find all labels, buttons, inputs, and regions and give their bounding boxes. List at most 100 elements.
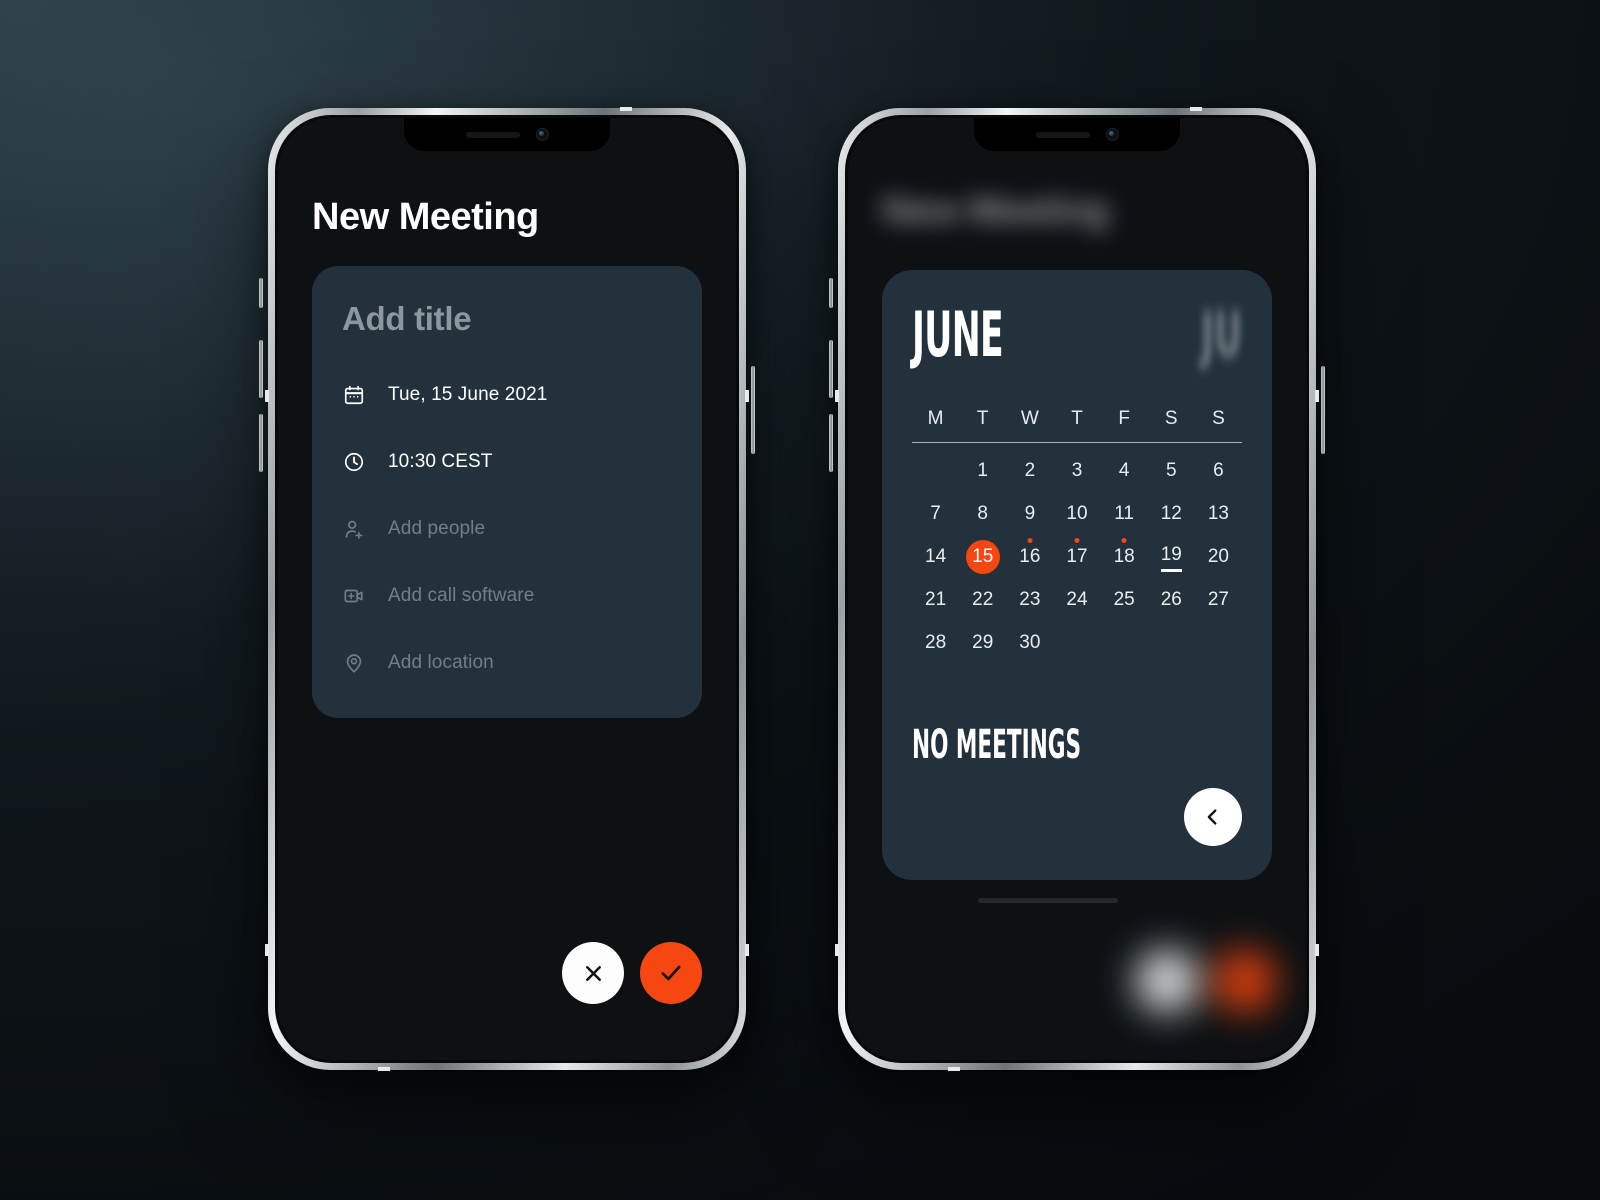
calendar-day-10[interactable]: 10 [1053,492,1100,535]
phone-bezel: New Meeting Add title Tue, 15 June 2021 … [275,115,739,1063]
notch [974,118,1180,151]
meeting-dot-indicator [1121,538,1127,543]
mute-switch[interactable] [829,278,833,308]
confirm-button[interactable] [640,942,702,1004]
antenna-band [835,944,839,956]
calendar-day-7[interactable]: 7 [912,492,959,535]
volume-up-button[interactable] [259,340,263,398]
calendar-day-number: 5 [1165,459,1177,481]
calendar-day-number: 15 [972,545,994,567]
weekday-label: T [1071,408,1083,429]
calendar-day-number: 7 [930,502,941,524]
calendar-day-number: 21 [925,588,947,610]
add-location-label: Add location [388,652,494,673]
calendar-day-5[interactable]: 5 [1148,449,1195,492]
calendar-day-13[interactable]: 13 [1195,492,1242,535]
calendar-day-11[interactable]: 11 [1101,492,1148,535]
calendar-day-3[interactable]: 3 [1053,449,1100,492]
calendar-day-12[interactable]: 12 [1148,492,1195,535]
antenna-band [1190,107,1202,111]
calendar-day-29[interactable]: 29 [959,621,1006,664]
meeting-time-row[interactable]: 10:30 CEST [342,445,672,479]
clock-icon [342,450,366,474]
calendar-day-28[interactable]: 28 [912,621,959,664]
mute-switch[interactable] [259,278,263,308]
meeting-dot-indicator [1074,538,1080,543]
calendar-card: JUNE JU M T W T F S S 1 2 3 4 5 6 7 8 9 10 11 12 13 1… [882,270,1272,880]
calendar-day-30[interactable]: 30 [1006,621,1053,664]
calendar-day-8[interactable]: 8 [959,492,1006,535]
calendar-day-4[interactable]: 4 [1101,449,1148,492]
add-people-label: Add people [388,518,486,539]
power-button[interactable] [751,366,755,454]
volume-up-button[interactable] [829,340,833,398]
calendar-day-number: 30 [1019,631,1041,653]
calendar-day-20[interactable]: 20 [1195,535,1242,578]
calendar-day-2[interactable]: 2 [1006,449,1053,492]
calendar-day-9[interactable]: 9 [1006,492,1053,535]
calendar-day-22[interactable]: 22 [959,578,1006,621]
back-button[interactable] [1184,788,1242,846]
calendar-day-16[interactable]: 16 [1006,535,1053,578]
next-month-label[interactable]: JU [1201,304,1242,366]
screen-new-meeting: New Meeting Add title Tue, 15 June 2021 … [278,118,736,1060]
front-camera-icon [535,128,549,141]
calendar-day-number: 6 [1213,459,1224,481]
calendar-day-number: 13 [1207,502,1229,524]
blurred-page-title: New Meeting [882,190,1109,232]
page-title: New Meeting [312,196,539,238]
calendar-day-24[interactable]: 24 [1053,578,1100,621]
meetings-status: NO MEETINGS [912,722,1082,768]
meeting-title-input[interactable]: Add title [342,300,672,338]
add-call-software-label: Add call software [388,585,535,606]
antenna-band [620,107,632,111]
calendar-day-26[interactable]: 26 [1148,578,1195,621]
calendar-day-19[interactable]: 19 [1148,535,1195,578]
calendar-icon [342,383,366,407]
calendar-day-number: 11 [1114,502,1134,524]
weekday-label: T [976,408,989,429]
power-button[interactable] [1321,366,1325,454]
calendar-day-23[interactable]: 23 [1006,578,1053,621]
calendar-day-number: 29 [972,631,994,653]
add-call-software-row[interactable]: Add call software [342,579,672,613]
add-people-row[interactable]: Add people [342,512,672,546]
calendar-day-number: 25 [1113,588,1135,610]
calendar-day-number: 24 [1066,588,1088,610]
calendar-day-number: 4 [1118,459,1130,481]
calendar-day-21[interactable]: 21 [912,578,959,621]
blurred-confirm-button [1214,950,1276,1012]
calendar-day-number: 9 [1024,502,1036,524]
calendar-day-1[interactable]: 1 [959,449,1006,492]
calendar-day-25[interactable]: 25 [1101,578,1148,621]
meeting-date-row[interactable]: Tue, 15 June 2021 [342,378,672,412]
calendar-day-18[interactable]: 18 [1101,535,1148,578]
calendar-day-number: 27 [1207,588,1229,610]
front-camera-icon [1105,128,1119,141]
phone-bezel: New Meeting JUNE JU M T W T F S S 1 2 3 … [845,115,1309,1063]
calendar-day-number: 17 [1066,545,1088,567]
weekday-label: M [927,408,944,429]
video-call-icon [342,584,366,608]
card-bottom-edge [978,898,1118,903]
add-location-row[interactable]: Add location [342,646,672,680]
phone-left: New Meeting Add title Tue, 15 June 2021 … [259,107,755,1071]
calendar-day-14[interactable]: 14 [912,535,959,578]
volume-down-button[interactable] [829,414,833,472]
antenna-band [835,390,839,402]
calendar-day-15[interactable]: 15 [959,535,1006,578]
page-background [0,0,1600,1200]
cancel-button[interactable] [562,942,624,1004]
calendar-day-number: 3 [1071,459,1083,481]
meeting-date-value: Tue, 15 June 2021 [388,384,548,405]
calendar-month-header: JUNE JU [912,298,1242,386]
calendar-day-number: 8 [977,502,988,524]
calendar-day-6[interactable]: 6 [1195,449,1242,492]
meeting-dot-indicator [1027,538,1033,543]
calendar-day-17[interactable]: 17 [1053,535,1100,578]
current-month-label: JUNE [912,298,1004,371]
calendar-day-27[interactable]: 27 [1195,578,1242,621]
speaker-grille-icon [465,131,520,138]
volume-down-button[interactable] [259,414,263,472]
antenna-band [265,390,269,402]
